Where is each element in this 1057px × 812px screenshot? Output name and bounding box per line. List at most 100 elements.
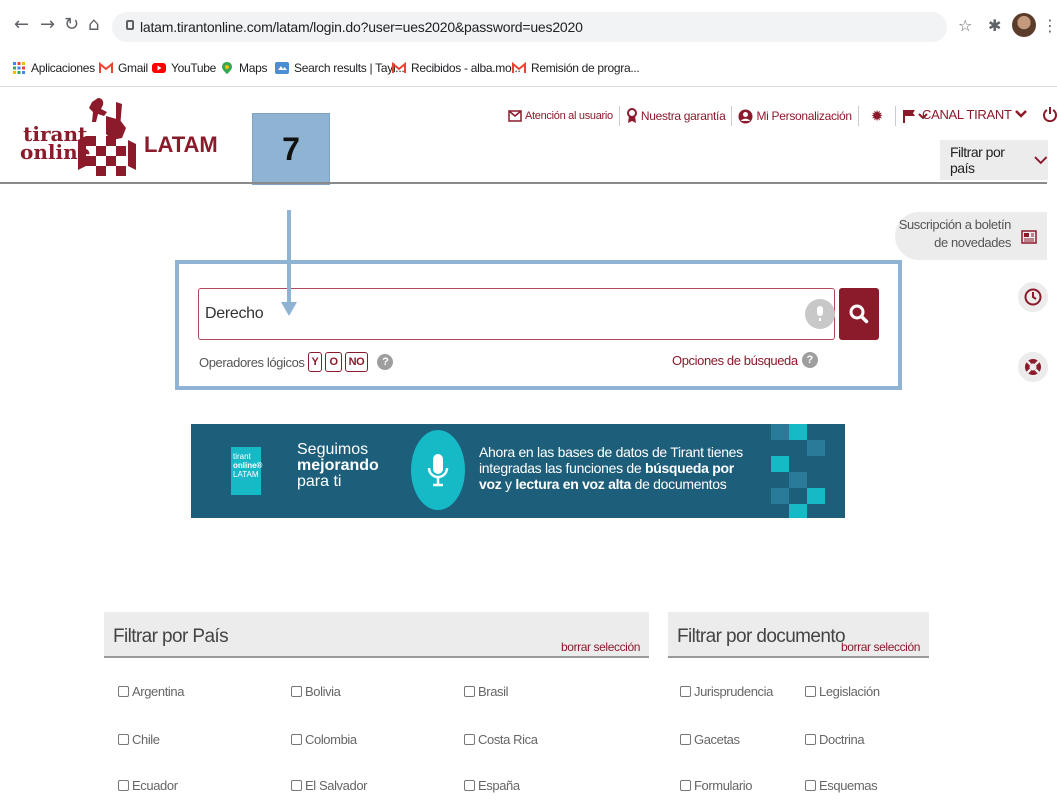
banner-text-bold: lectura en voz alta bbox=[515, 476, 632, 492]
country-option-ecuador[interactable]: Ecuador bbox=[118, 778, 178, 793]
separator bbox=[857, 106, 859, 126]
document-option-jurisprudencia[interactable]: Jurisprudencia bbox=[680, 684, 773, 699]
filter-document-clear-link[interactable]: borrar selección bbox=[841, 640, 920, 654]
bookmark-youtube[interactable]: YouTube bbox=[152, 61, 216, 75]
country-option-espana[interactable]: España bbox=[464, 778, 520, 793]
filter-document-header: Filtrar por documento borrar selección bbox=[668, 612, 929, 658]
country-option-bolivia[interactable]: Bolivia bbox=[291, 684, 341, 699]
checkbox[interactable] bbox=[118, 734, 129, 745]
help-lifebuoy-button[interactable] bbox=[1018, 352, 1048, 382]
clock-icon bbox=[1024, 288, 1042, 306]
checkbox[interactable] bbox=[805, 780, 816, 791]
guarantee-link[interactable]: Nuestra garantía bbox=[626, 108, 726, 124]
logical-operators: Operadores lógicos Y O NO ? bbox=[199, 352, 394, 372]
operator-not-button[interactable]: NO bbox=[344, 352, 369, 372]
search-options-label: Opciones de búsqueda bbox=[672, 352, 798, 368]
country-option-chile[interactable]: Chile bbox=[118, 732, 160, 747]
checkbox[interactable] bbox=[805, 734, 816, 745]
document-option-gacetas[interactable]: Gacetas bbox=[680, 732, 740, 747]
bookmark-recibidos[interactable]: Recibidos - alba.mo... bbox=[392, 61, 521, 75]
bookmark-maps[interactable]: Maps bbox=[220, 61, 267, 75]
checkbox[interactable] bbox=[118, 780, 129, 791]
back-icon[interactable]: ← bbox=[14, 14, 29, 35]
bookmark-apps[interactable]: Aplicaciones bbox=[12, 61, 95, 75]
checkbox[interactable] bbox=[118, 686, 129, 697]
address-bar[interactable]: latam.tirantonline.com/latam/login.do?us… bbox=[112, 12, 947, 42]
callout-arrow-shaft bbox=[287, 210, 291, 310]
bookmark-remision[interactable]: Remisión de progra... bbox=[512, 61, 640, 75]
settings-icon[interactable]: ✹ bbox=[871, 107, 884, 125]
promo-banner[interactable]: tirant online® LATAM Seguimos mejorando … bbox=[191, 424, 845, 518]
checkbox[interactable] bbox=[464, 686, 475, 697]
reload-icon[interactable]: ↻ bbox=[64, 14, 79, 35]
document-option-legislacion[interactable]: Legislación bbox=[805, 684, 880, 699]
history-button[interactable] bbox=[1018, 282, 1048, 312]
banner-text-bold: búsqueda por bbox=[644, 460, 734, 476]
operator-or-button[interactable]: O bbox=[325, 352, 342, 372]
newsletter-subscribe-button[interactable]: Suscripción a boletín de novedades bbox=[895, 212, 1047, 260]
search-options-link[interactable]: Opciones de búsqueda ? bbox=[672, 352, 818, 368]
checkbox[interactable] bbox=[680, 780, 691, 791]
chrome-divider bbox=[0, 86, 1057, 87]
personalization-link[interactable]: Mi Personalización bbox=[738, 109, 852, 124]
profile-avatar[interactable] bbox=[1012, 13, 1036, 37]
header-links: Atención al usuario Nuestra garantía Mi … bbox=[508, 106, 928, 126]
banner-headline-2: mejorando bbox=[297, 457, 379, 474]
banner-text-bold: voz bbox=[479, 476, 502, 492]
bookmark-label: Gmail bbox=[118, 61, 148, 75]
document-option-esquemas[interactable]: Esquemas bbox=[805, 778, 878, 793]
newspaper-icon bbox=[1021, 230, 1037, 244]
filter-country-button[interactable]: Filtrar por país bbox=[940, 140, 1048, 180]
filter-document-title: Filtrar por documento bbox=[677, 626, 846, 647]
option-label: Formulario bbox=[694, 778, 753, 793]
voice-search-button[interactable] bbox=[805, 299, 835, 329]
bookmark-label: Maps bbox=[239, 61, 268, 75]
star-icon[interactable]: ☆ bbox=[958, 16, 972, 35]
step-callout: 7 bbox=[252, 113, 330, 185]
filter-country-header: Filtrar por País borrar selección bbox=[104, 612, 649, 658]
document-option-doctrina[interactable]: Doctrina bbox=[805, 732, 865, 747]
home-icon[interactable]: ⌂ bbox=[88, 14, 99, 35]
checkbox[interactable] bbox=[291, 780, 302, 791]
option-label: Brasil bbox=[478, 684, 509, 699]
guarantee-link-label: Nuestra garantía bbox=[640, 109, 726, 123]
bookmark-search-results[interactable]: Search results | Tayl... bbox=[275, 61, 405, 75]
banner-headline-1: Seguimos bbox=[297, 441, 369, 458]
search-button[interactable] bbox=[839, 288, 879, 340]
banner-text-part: de documentos bbox=[631, 476, 727, 492]
filter-country-clear-link[interactable]: borrar selección bbox=[561, 640, 640, 654]
callout-arrow-head bbox=[281, 302, 297, 316]
country-option-costa-rica[interactable]: Costa Rica bbox=[464, 732, 538, 747]
separator bbox=[895, 106, 897, 126]
country-option-brasil[interactable]: Brasil bbox=[464, 684, 509, 699]
checkbox[interactable] bbox=[291, 686, 302, 697]
checkbox[interactable] bbox=[680, 734, 691, 745]
checkbox[interactable] bbox=[291, 734, 302, 745]
document-option-formulario[interactable]: Formulario bbox=[680, 778, 753, 793]
country-option-colombia[interactable]: Colombia bbox=[291, 732, 357, 747]
banner-headline: Seguimos mejorando para ti bbox=[297, 442, 379, 490]
checkbox[interactable] bbox=[805, 686, 816, 697]
operators-help-icon[interactable]: ? bbox=[377, 354, 394, 370]
filter-country-title: Filtrar por País bbox=[113, 626, 229, 647]
checkbox[interactable] bbox=[680, 686, 691, 697]
extensions-icon[interactable]: ✱ bbox=[988, 16, 1001, 35]
forward-icon[interactable]: → bbox=[40, 14, 55, 35]
youtube-icon bbox=[152, 63, 166, 73]
banner-logo: tirant online® LATAM bbox=[231, 447, 262, 495]
search-options-help-icon[interactable]: ? bbox=[801, 352, 818, 368]
menu-icon[interactable]: ⋮ bbox=[1042, 16, 1057, 35]
support-link[interactable]: Atención al usuario bbox=[508, 110, 613, 122]
bookmark-gmail[interactable]: Gmail bbox=[99, 61, 148, 75]
option-label: Jurisprudencia bbox=[694, 684, 773, 699]
filter-country-panel: Filtrar por País borrar selección Argent… bbox=[104, 612, 649, 812]
checkbox[interactable] bbox=[464, 734, 475, 745]
checkbox[interactable] bbox=[464, 780, 475, 791]
country-option-argentina[interactable]: Argentina bbox=[118, 684, 184, 699]
country-option-el-salvador[interactable]: El Salvador bbox=[291, 778, 367, 793]
power-icon[interactable] bbox=[1042, 106, 1057, 122]
search-icon bbox=[849, 304, 869, 324]
operator-and-button[interactable]: Y bbox=[307, 352, 323, 372]
option-label: Costa Rica bbox=[478, 732, 538, 747]
account-menu[interactable]: CANAL TIRANT bbox=[922, 106, 1057, 122]
